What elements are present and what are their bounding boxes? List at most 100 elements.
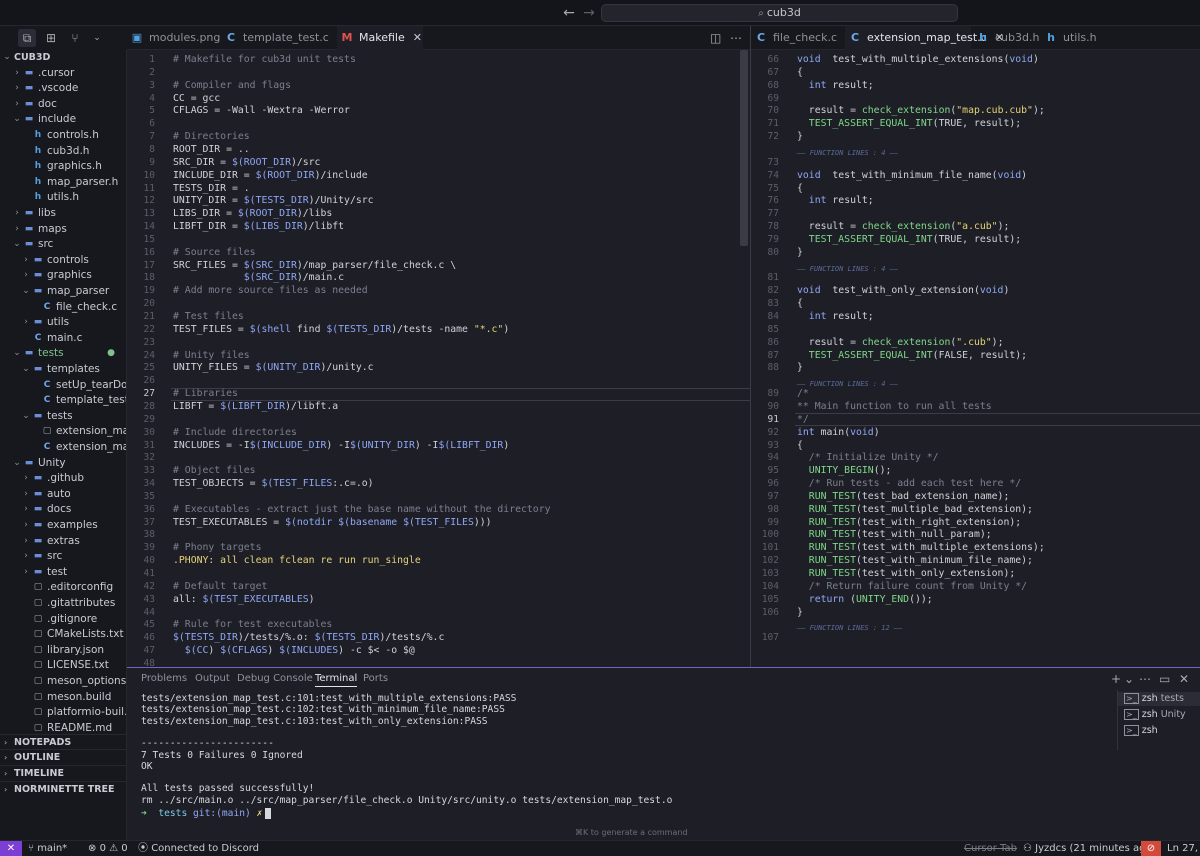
explorer-icon[interactable]: ⧉ bbox=[18, 29, 36, 47]
makefile-editor[interactable]: 1 # Makefile for cub3d unit tests 2 3 # Comp… bbox=[127, 50, 750, 667]
sidebar-section-norminette-tree[interactable]: › NORMINETTE TREE bbox=[0, 781, 126, 797]
line-number: 42 bbox=[143, 580, 155, 592]
tab-cub3d-h[interactable]: h cub3d.h bbox=[973, 26, 1039, 50]
sidebar-item[interactable]: Cmain.c bbox=[0, 331, 126, 347]
sidebar-item[interactable]: h utils.h bbox=[0, 190, 126, 206]
source-control-icon[interactable]: ⑂ bbox=[66, 29, 84, 47]
tab-template-test-c[interactable]: Ctemplate_test.c bbox=[221, 26, 331, 50]
tab-file-check-c[interactable]: Cfile_check.c bbox=[751, 26, 843, 50]
cursor-position[interactable]: Ln 27, C bbox=[1167, 841, 1200, 856]
branch-icon: ⑂ bbox=[28, 843, 38, 854]
line-number: 75 bbox=[767, 182, 779, 194]
sidebar-item[interactable]: › ▬ .vscode bbox=[0, 81, 126, 97]
panel-tab-terminal[interactable]: Terminal bbox=[315, 671, 358, 687]
sidebar-item[interactable]: ▢ .editorconfig bbox=[0, 580, 126, 596]
sidebar-item[interactable]: ▢ platformio-buil... bbox=[0, 705, 126, 721]
file-icon: ▢ bbox=[33, 598, 43, 608]
chevron-down-icon[interactable]: ⌄ bbox=[88, 29, 106, 47]
sidebar-item-label: maps bbox=[38, 222, 67, 235]
more-actions-icon[interactable]: ⋯ bbox=[1139, 671, 1151, 687]
sidebar-item[interactable]: h cub3d.h bbox=[0, 144, 126, 160]
panel-tab-problems[interactable]: Problems bbox=[141, 671, 187, 687]
sidebar-item[interactable]: ⌄ ▬ src bbox=[0, 237, 126, 253]
arrow-left-icon[interactable]: ← bbox=[560, 4, 578, 22]
close-panel-icon[interactable]: ✕ bbox=[1179, 671, 1189, 687]
remote-icon[interactable]: ✕ bbox=[0, 841, 22, 856]
sidebar-item[interactable]: ⌄ ▬ map_parser bbox=[0, 284, 126, 300]
sidebar-item[interactable]: ▢ LICENSE.txt bbox=[0, 658, 126, 674]
split-editor-icon[interactable]: ◫ bbox=[710, 26, 721, 50]
sidebar-item[interactable]: › ▬ test bbox=[0, 565, 126, 581]
discord-status[interactable]: ⦿ Connected to Discord bbox=[138, 841, 259, 856]
test-file-editor[interactable]: 66 void test_with_multiple_extensions(voi… bbox=[751, 50, 1200, 667]
tab-extension-map-test-c[interactable]: Cextension_map_test.c ✕ bbox=[845, 26, 1004, 50]
terminal-output[interactable]: tests/extension_map_test.c:101:test_with… bbox=[141, 692, 1101, 842]
sidebar-item[interactable]: › ▬ extras bbox=[0, 534, 126, 550]
sidebar-section-outline[interactable]: › OUTLINE bbox=[0, 749, 126, 765]
sidebar-item[interactable]: › ▬ maps bbox=[0, 222, 126, 238]
terminal-list-item[interactable]: >_ zsh bbox=[1124, 724, 1158, 738]
tab-modules-png[interactable]: ▣ modules.png bbox=[127, 26, 221, 50]
sidebar-item[interactable]: › ▬ graphics bbox=[0, 268, 126, 284]
sidebar-section-notepads[interactable]: › NOTEPADS bbox=[0, 734, 126, 750]
sidebar-item[interactable]: › ▬ controls bbox=[0, 253, 126, 269]
sidebar-item[interactable]: ▢ library.json bbox=[0, 643, 126, 659]
sidebar-item[interactable]: ⌄ ▬ templates bbox=[0, 362, 126, 378]
error-badge[interactable]: ⊘ bbox=[1141, 841, 1161, 856]
sidebar-item[interactable]: › ▬ .cursor bbox=[0, 66, 126, 82]
extensions-icon[interactable]: ⊞ bbox=[42, 29, 60, 47]
chevron-down-icon: ⌄ bbox=[13, 348, 21, 359]
more-actions-icon[interactable]: ⋯ bbox=[730, 26, 742, 50]
sidebar-item[interactable]: ▢ meson.build bbox=[0, 690, 126, 706]
sidebar-item[interactable]: Cfile_check.c bbox=[0, 300, 126, 316]
sidebar-item[interactable]: h controls.h bbox=[0, 128, 126, 144]
sidebar-item[interactable]: Cextension_map... bbox=[0, 440, 126, 456]
sidebar-item[interactable]: h graphics.h bbox=[0, 159, 126, 175]
sidebar-section-timeline[interactable]: › TIMELINE bbox=[0, 765, 126, 781]
terminal-list-item[interactable]: >_ zsh Unity bbox=[1124, 708, 1186, 722]
command-search-box[interactable]: ⌕ cub3d bbox=[601, 4, 958, 22]
panel-tab-output[interactable]: Output bbox=[195, 671, 230, 687]
sidebar-item[interactable]: ⌄ ▬ tests ● bbox=[0, 346, 126, 362]
sidebar-item[interactable]: CsetUp_tearDow... bbox=[0, 378, 126, 394]
tab-makefile[interactable]: M Makefile ✕ bbox=[337, 26, 423, 50]
close-icon[interactable]: ✕ bbox=[413, 31, 422, 44]
sidebar-item[interactable]: ▢ extension_map... bbox=[0, 424, 126, 440]
problems-status[interactable]: ⊗ 0 ⚠ 0 bbox=[88, 841, 128, 856]
sidebar-item[interactable]: ▢ meson_options... bbox=[0, 674, 126, 690]
sidebar-item[interactable]: Ctemplate_test.c bbox=[0, 393, 126, 409]
new-terminal-icon[interactable]: + bbox=[1111, 671, 1121, 687]
editor-scrollbar[interactable] bbox=[740, 50, 748, 246]
maximize-panel-icon[interactable]: ▭ bbox=[1159, 671, 1170, 687]
sidebar-item[interactable]: h map_parser.h bbox=[0, 175, 126, 191]
current-line-highlight bbox=[171, 387, 750, 401]
sidebar-item[interactable]: › ▬ utils bbox=[0, 315, 126, 331]
cursor-tab-status[interactable]: Cursor Tab bbox=[964, 841, 1017, 856]
branch-status[interactable]: ⑂ main* bbox=[28, 841, 67, 856]
sidebar-item[interactable]: › ▬ examples bbox=[0, 518, 126, 534]
sidebar-item[interactable]: › ▬ docs bbox=[0, 502, 126, 518]
terminal-dropdown-icon[interactable]: ⌄ bbox=[1124, 671, 1134, 687]
arrow-right-icon[interactable]: → bbox=[580, 4, 598, 22]
c-file-icon: C bbox=[43, 379, 51, 390]
tab-utils-h[interactable]: h utils.h bbox=[1041, 26, 1101, 50]
sidebar-item[interactable]: ▢ .gitignore bbox=[0, 612, 126, 628]
code-line: # Test files bbox=[173, 311, 244, 322]
sidebar-item[interactable]: ⌄ ▬ include bbox=[0, 112, 126, 128]
terminal-list-item[interactable]: >_ zsh tests bbox=[1118, 692, 1200, 706]
code-line: # Makefile for cub3d unit tests bbox=[173, 54, 356, 65]
panel-tab-debug-console[interactable]: Debug Console bbox=[237, 671, 313, 687]
explorer-root[interactable]: ⌄ CUB3D bbox=[0, 50, 126, 66]
sidebar-item[interactable]: › ▬ .github bbox=[0, 471, 126, 487]
sidebar-item[interactable]: ▢ CMakeLists.txt bbox=[0, 627, 126, 643]
git-blame-status[interactable]: ⚇ Jyzdcs (21 minutes ago) bbox=[1023, 841, 1155, 856]
sidebar-item[interactable]: ▢ .gitattributes bbox=[0, 596, 126, 612]
sidebar-item[interactable]: › ▬ src bbox=[0, 549, 126, 565]
panel-tab-ports[interactable]: Ports bbox=[363, 671, 388, 687]
sidebar-item[interactable]: › ▬ libs bbox=[0, 206, 126, 222]
sidebar-item[interactable]: › ▬ auto bbox=[0, 487, 126, 503]
sidebar-item[interactable]: › ▬ doc bbox=[0, 97, 126, 113]
sidebar-item[interactable]: ⌄ ▬ tests bbox=[0, 409, 126, 425]
folder-icon: ▬ bbox=[24, 223, 34, 234]
sidebar-item[interactable]: ⌄ ▬ Unity bbox=[0, 456, 126, 472]
